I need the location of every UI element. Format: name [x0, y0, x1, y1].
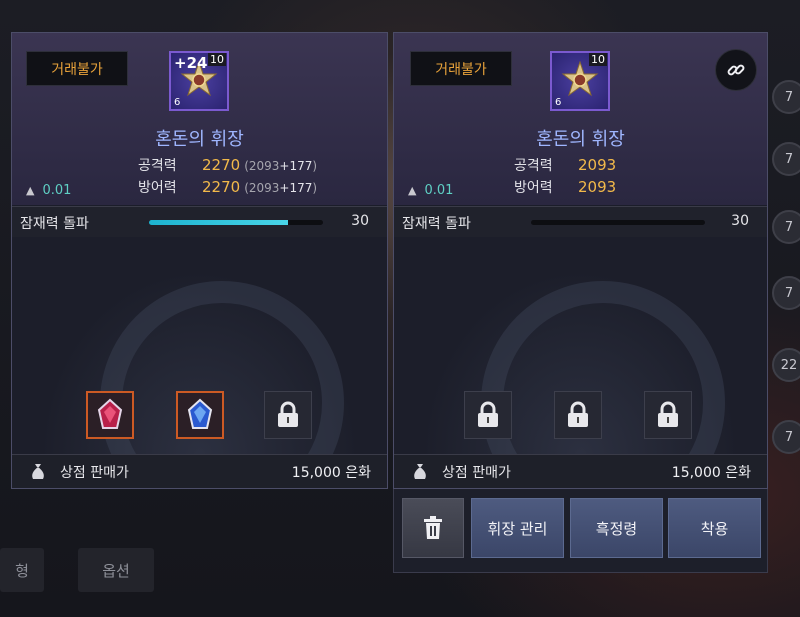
crystal-slot-locked[interactable] — [644, 391, 692, 439]
item-action-bar: 휘장 관리 흑정령 착용 — [393, 489, 768, 573]
item-weight: ▲ 0.01 — [408, 183, 454, 198]
equip-button[interactable]: 착용 — [668, 498, 761, 558]
item-level: 10 — [589, 53, 607, 66]
crystal-slot-area — [394, 237, 767, 455]
crystal-slot-area — [12, 237, 387, 455]
background-skill-icon[interactable]: 7 — [772, 276, 800, 310]
money-bag-icon — [414, 464, 426, 479]
shop-sell-price: 상점 판매가 15,000 은화 — [12, 454, 387, 488]
emblem-icon — [561, 61, 599, 97]
equipped-item-tooltip: 거래불가 +24 10 6 혼돈의 휘장 공격력 2270 (2093+177)… — [11, 32, 388, 489]
item-level: 10 — [208, 53, 226, 66]
background-button-left[interactable]: 형 — [0, 548, 44, 592]
crystal-slot-locked[interactable] — [264, 391, 312, 439]
enhance-level: +24 — [174, 54, 208, 72]
lock-icon — [568, 401, 588, 427]
tooltip-header: 거래불가 10 6 혼돈의 휘장 공격력 2093 방어력 2093 ▲ 0.0… — [394, 33, 767, 205]
lock-icon — [658, 401, 678, 427]
untradeable-badge: 거래불가 — [26, 51, 128, 86]
trash-icon — [424, 516, 442, 539]
money-bag-icon — [32, 464, 44, 479]
crystal-slot-locked[interactable] — [464, 391, 512, 439]
share-link-button[interactable] — [715, 49, 757, 91]
item-weight: ▲ 0.01 — [26, 183, 72, 198]
item-tier: 6 — [555, 97, 562, 108]
emblem-item-icon: 10 6 — [550, 51, 610, 111]
potential-breakthrough: 잠재력 돌파 30 — [12, 206, 387, 238]
blue-crystal-icon — [187, 398, 213, 429]
emblem-manage-button[interactable]: 휘장 관리 — [471, 498, 564, 558]
emblem-item-icon: +24 10 6 — [169, 51, 229, 111]
potential-progress-bar — [531, 220, 705, 225]
background-skill-icon[interactable]: 22 — [772, 348, 800, 382]
background-skill-icon[interactable]: 7 — [772, 80, 800, 114]
item-name: 혼돈의 휘장 — [155, 129, 244, 150]
red-crystal-icon — [97, 398, 123, 429]
lock-icon — [278, 401, 298, 427]
background-skill-icon[interactable]: 7 — [772, 420, 800, 454]
crystal-slot-blue[interactable] — [176, 391, 224, 439]
untradeable-badge: 거래불가 — [410, 51, 512, 86]
crystal-slot-locked[interactable] — [554, 391, 602, 439]
background-skill-icon[interactable]: 7 — [772, 210, 800, 244]
potential-progress-bar — [149, 220, 323, 225]
weight-icon: ▲ — [408, 184, 417, 197]
link-icon — [727, 64, 745, 76]
attack-stat: 공격력 2093 — [514, 156, 617, 174]
compare-item-tooltip: 거래불가 10 6 혼돈의 휘장 공격력 2093 방어력 2093 ▲ 0.0… — [393, 32, 768, 489]
crystal-slot-red[interactable] — [86, 391, 134, 439]
item-tier: 6 — [174, 97, 181, 108]
background-option-button[interactable]: 옵션 — [78, 548, 154, 592]
background-skill-icon[interactable]: 7 — [772, 142, 800, 176]
lock-icon — [478, 401, 498, 427]
shop-sell-price: 상점 판매가 15,000 은화 — [394, 454, 767, 488]
potential-breakthrough: 잠재력 돌파 30 — [394, 206, 767, 238]
black-spirit-button[interactable]: 흑정령 — [570, 498, 663, 558]
defense-stat: 방어력 2093 — [514, 178, 617, 196]
tooltip-header: 거래불가 +24 10 6 혼돈의 휘장 공격력 2270 (2093+177)… — [12, 33, 387, 205]
defense-stat: 방어력 2270 (2093+177) — [138, 178, 318, 196]
weight-icon: ▲ — [26, 184, 35, 197]
item-name: 혼돈의 휘장 — [536, 129, 625, 150]
discard-button[interactable] — [402, 498, 464, 558]
attack-stat: 공격력 2270 (2093+177) — [138, 156, 318, 174]
